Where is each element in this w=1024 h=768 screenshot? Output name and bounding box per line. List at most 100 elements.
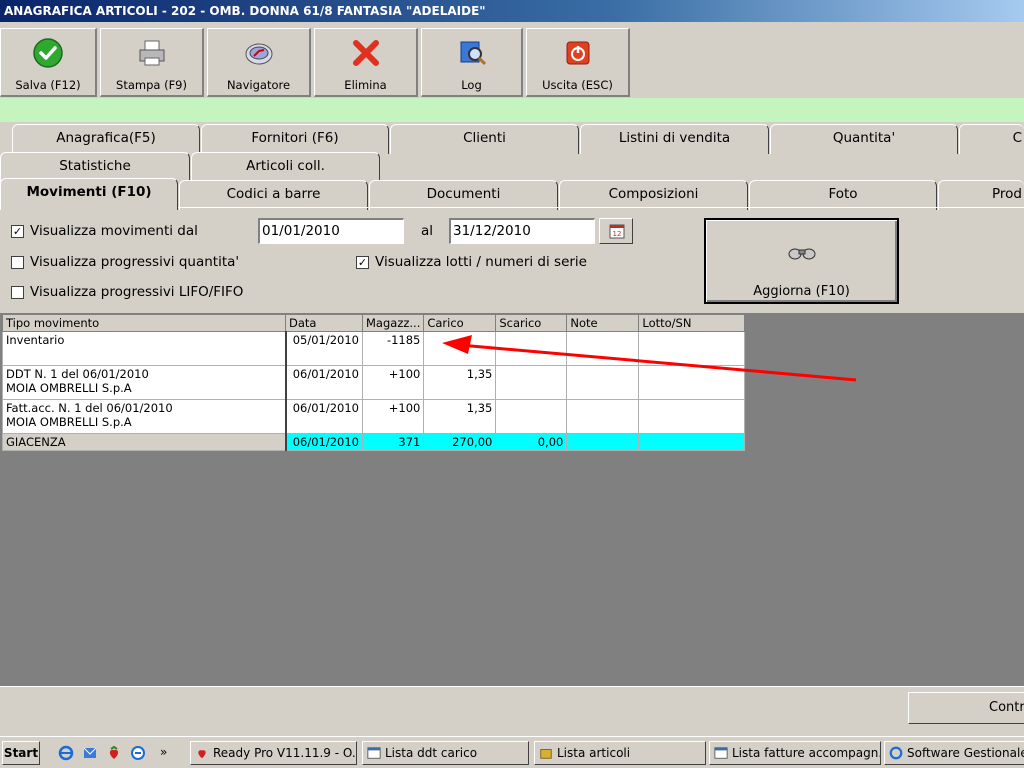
window-icon — [367, 747, 381, 759]
calendar-button[interactable]: 12 — [599, 218, 633, 244]
printer-icon — [139, 40, 164, 66]
cell-tipo: Inventario — [2, 331, 287, 366]
total-cell-carico: 270,00 — [423, 433, 497, 451]
show-movements-label: Visualizza movimenti dal — [30, 223, 198, 239]
tab-movimenti[interactable]: Movimenti (F10) — [0, 178, 178, 210]
internet-explorer-icon[interactable] — [58, 745, 74, 761]
show-progressive-qty-label: Visualizza progressivi quantita' — [30, 254, 240, 270]
start-button[interactable]: Start — [2, 741, 40, 765]
tab-anagrafica[interactable]: Anagrafica(F5) — [12, 124, 200, 154]
task-lista-ddt[interactable]: Lista ddt carico — [362, 741, 529, 765]
col-header-scarico[interactable]: Scarico — [495, 314, 568, 332]
tab-listini[interactable]: Listini di vendita — [580, 124, 769, 154]
save-button[interactable]: Salva (F12) — [0, 28, 97, 97]
show-lifo-fifo-label: Visualizza progressivi LIFO/FIFO — [30, 284, 244, 300]
print-button[interactable]: Stampa (F9) — [100, 28, 204, 97]
tab-composizioni[interactable]: Composizioni — [559, 180, 748, 210]
task-label: Lista fatture accompagn... — [732, 746, 881, 760]
total-cell-lotto — [638, 433, 746, 451]
navigator-button[interactable]: Navigatore — [207, 28, 311, 97]
table-header-row: Tipo movimento Data Magazz... Carico Sca… — [2, 314, 746, 332]
task-lista-articoli[interactable]: Lista articoli — [534, 741, 706, 765]
cell-tipo-line2: MOIA OMBRELLI S.p.A — [6, 381, 132, 395]
task-label: Lista ddt carico — [385, 746, 478, 760]
task-label: Ready Pro V11.11.9 - O... — [213, 746, 357, 760]
cell-tipo-line2: MOIA OMBRELLI S.p.A — [6, 415, 132, 429]
cell-lotto — [638, 399, 746, 434]
tab-more-row1[interactable]: C — [959, 124, 1024, 154]
cell-scarico — [495, 399, 568, 434]
refresh-label: Aggiorna (F10) — [753, 284, 850, 299]
status-strip — [0, 98, 1024, 122]
outlook-icon[interactable] — [82, 745, 98, 761]
tab-documenti[interactable]: Documenti — [369, 180, 558, 210]
tab-quantita[interactable]: Quantita' — [770, 124, 958, 154]
delete-label: Elimina — [344, 78, 387, 92]
toolbar: Salva (F12) Stampa (F9) Navigatore Elimi… — [0, 22, 1024, 98]
save-label: Salva (F12) — [15, 78, 81, 92]
task-label: Lista articoli — [557, 746, 631, 760]
date-to-field[interactable]: 31/12/2010 — [449, 218, 595, 244]
tab-articoli-coll[interactable]: Articoli coll. — [191, 152, 380, 182]
total-cell-scarico: 0,00 — [495, 433, 568, 451]
navigator-label: Navigatore — [226, 78, 291, 92]
col-header-data[interactable]: Data — [285, 314, 363, 332]
cell-tipo: DDT N. 1 del 06/01/2010 MOIA OMBRELLI S.p… — [2, 365, 287, 400]
chevron-right-icon[interactable]: » — [160, 745, 167, 759]
box-icon — [540, 749, 552, 759]
show-lifo-fifo-checkbox[interactable] — [11, 286, 24, 299]
cell-tipo-line1: Fatt.acc. N. 1 del 06/01/2010 — [6, 401, 173, 415]
exit-button[interactable]: Uscita (ESC) — [526, 28, 630, 97]
bottom-panel: Contr — [0, 686, 1024, 736]
explorer-e-icon[interactable] — [130, 745, 146, 761]
show-progressive-qty-checkbox[interactable] — [11, 256, 24, 269]
task-label: Software Gestionale Re — [907, 746, 1024, 760]
cell-note — [566, 399, 640, 434]
date-from-field[interactable]: 01/01/2010 — [258, 218, 404, 244]
log-label: Log — [461, 78, 482, 92]
show-lots-checkbox[interactable]: ✓ — [356, 256, 369, 269]
cell-data: 05/01/2010 — [285, 331, 363, 366]
checkmark-icon — [33, 38, 63, 68]
total-cell-tipo: GIACENZA — [2, 433, 287, 451]
tab-prod[interactable]: Prod — [938, 180, 1024, 210]
task-ready-pro[interactable]: Ready Pro V11.11.9 - O... — [190, 741, 357, 765]
col-header-tipo[interactable]: Tipo movimento — [2, 314, 286, 332]
internet-explorer-icon — [889, 746, 903, 760]
compass-icon — [245, 43, 272, 65]
log-magnifier-icon — [460, 41, 486, 66]
cell-magazz: +100 — [361, 365, 425, 400]
total-cell-data: 06/01/2010 — [285, 433, 363, 451]
tab-clienti[interactable]: Clienti — [390, 124, 579, 154]
cell-tipo-line1: Inventario — [6, 333, 65, 347]
col-header-note[interactable]: Note — [566, 314, 640, 332]
task-lista-fatture[interactable]: Lista fatture accompagn... — [709, 741, 881, 765]
delete-button[interactable]: Elimina — [314, 28, 418, 97]
tab-codici-barre[interactable]: Codici a barre — [179, 180, 368, 210]
tab-foto[interactable]: Foto — [749, 180, 937, 210]
show-movements-checkbox[interactable]: ✓ — [11, 225, 24, 238]
cell-data: 06/01/2010 — [285, 399, 363, 434]
col-header-lotto[interactable]: Lotto/SN — [638, 314, 746, 332]
total-row[interactable]: GIACENZA 06/01/2010 371 270,00 0,00 — [2, 433, 746, 451]
col-header-carico[interactable]: Carico — [423, 314, 497, 332]
cell-tipo-line1: DDT N. 1 del 06/01/2010 — [6, 367, 149, 381]
cell-data: 06/01/2010 — [285, 365, 363, 400]
task-software-gestionale[interactable]: Software Gestionale Re — [884, 741, 1024, 765]
control-button[interactable]: Contr — [908, 692, 1024, 724]
window-icon — [714, 747, 728, 759]
log-button[interactable]: Log — [421, 28, 523, 97]
table-row[interactable]: Fatt.acc. N. 1 del 06/01/2010 MOIA OMBREL… — [2, 399, 746, 434]
taskbar: Start » Ready Pro V11.11.9 - O... Lista … — [0, 736, 1024, 768]
show-lots-label: Visualizza lotti / numeri di serie — [375, 254, 587, 270]
total-cell-magazz: 371 — [361, 433, 425, 451]
tab-fornitori[interactable]: Fornitori (F6) — [201, 124, 389, 154]
strawberry-app-icon[interactable] — [106, 745, 122, 761]
col-header-magazz[interactable]: Magazz... — [361, 314, 425, 332]
calendar-icon: 12 — [609, 224, 625, 239]
window-title: ANAGRAFICA ARTICOLI - 202 - OMB. DONNA 6… — [0, 0, 1024, 22]
strawberry-app-icon — [198, 750, 206, 759]
al-label: al — [421, 223, 434, 239]
refresh-button[interactable]: Aggiorna (F10) — [704, 218, 899, 304]
svg-text:12: 12 — [613, 230, 622, 238]
